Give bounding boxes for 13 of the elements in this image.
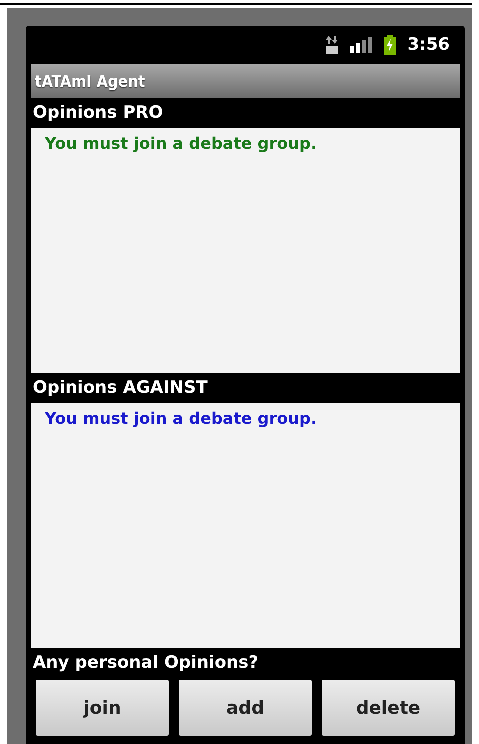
battery-charging-icon bbox=[384, 35, 396, 55]
network-icon bbox=[326, 36, 338, 54]
section-heading: Opinions PRO bbox=[32, 102, 164, 125]
signal-icon bbox=[350, 37, 372, 53]
panel-message: You must join a debate group. bbox=[45, 409, 318, 428]
action-button[interactable]: join bbox=[36, 680, 169, 736]
section-heading: Opinions AGAINST bbox=[32, 377, 209, 400]
title-bar: tATAmI Agent bbox=[31, 64, 460, 98]
action-button[interactable]: add bbox=[179, 680, 312, 736]
panel-message: You must join a debate group. bbox=[45, 134, 318, 153]
prompt-label: Any personal Opinions? bbox=[32, 652, 260, 675]
action-button[interactable]: delete bbox=[322, 680, 455, 736]
clock-time: 3:56 bbox=[408, 35, 450, 55]
